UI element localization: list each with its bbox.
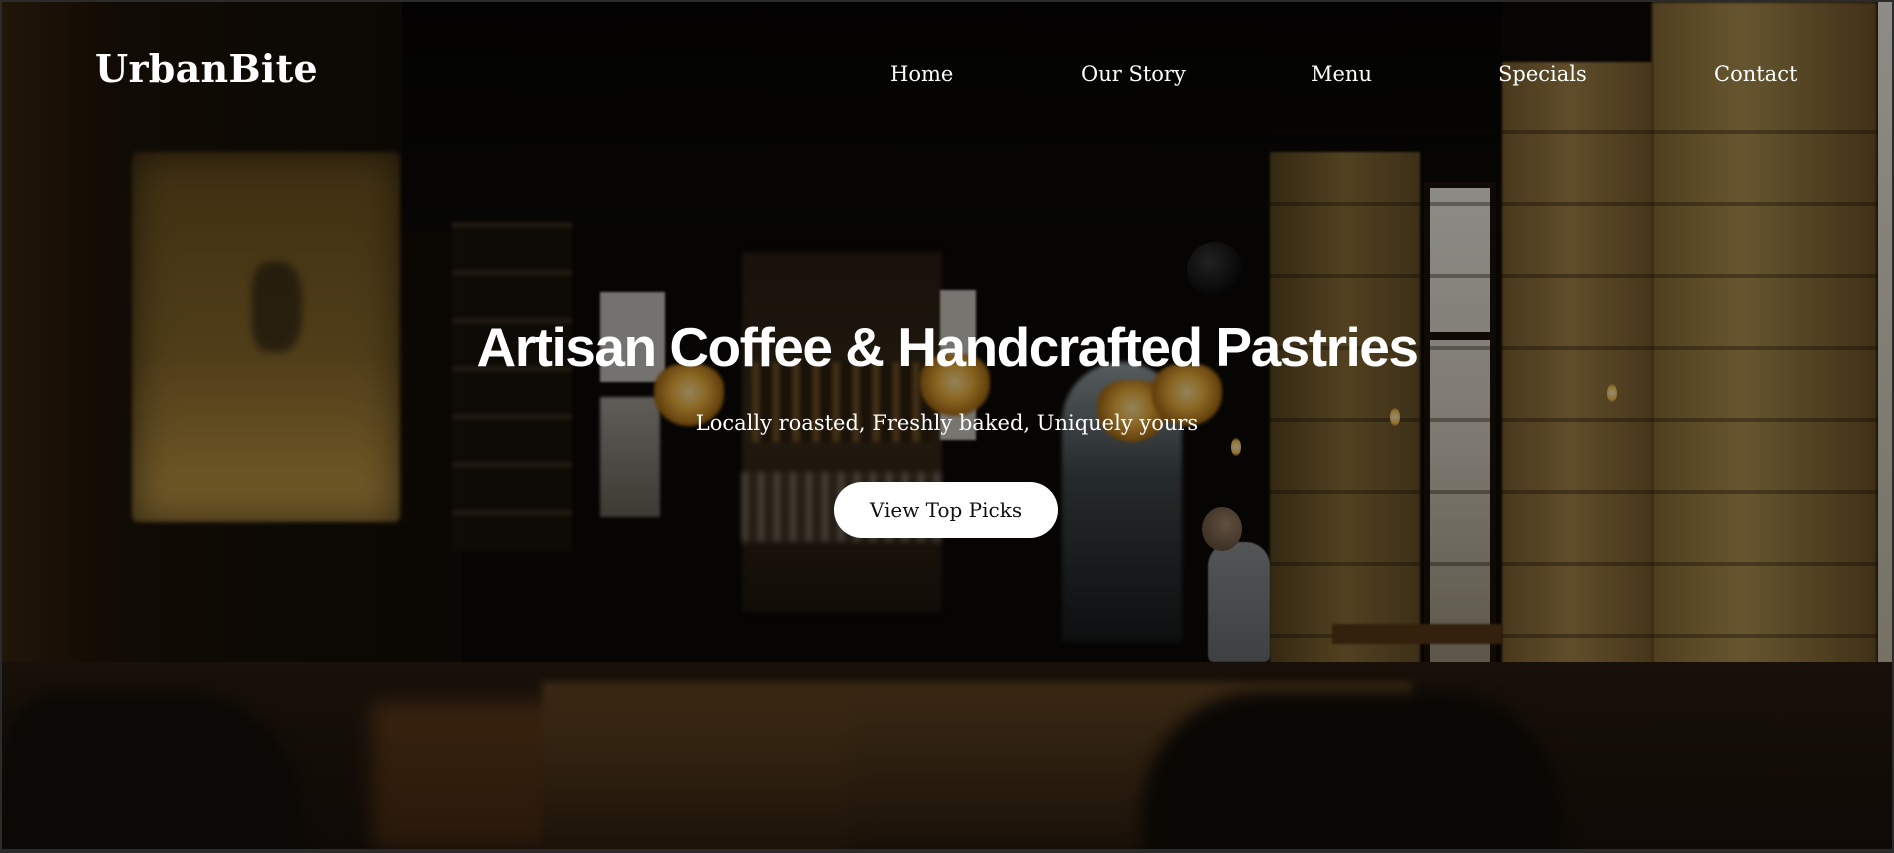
nav-link-menu[interactable]: Menu [1311,64,1372,85]
nav-link-contact[interactable]: Contact [1714,64,1797,85]
nav-link-home[interactable]: Home [890,64,953,85]
view-top-picks-button[interactable]: View Top Picks [834,482,1058,538]
hero-subtitle: Locally roasted, Freshly baked, Uniquely… [695,411,1199,435]
hero-title: Artisan Coffee & Handcrafted Pastries [476,316,1419,378]
brand-logo[interactable]: UrbanBite [95,50,318,88]
hero-section: UrbanBite Home Our Story Menu Specials C… [2,2,1892,849]
nav-link-our-story[interactable]: Our Story [1081,64,1186,85]
nav-link-specials[interactable]: Specials [1498,64,1587,85]
